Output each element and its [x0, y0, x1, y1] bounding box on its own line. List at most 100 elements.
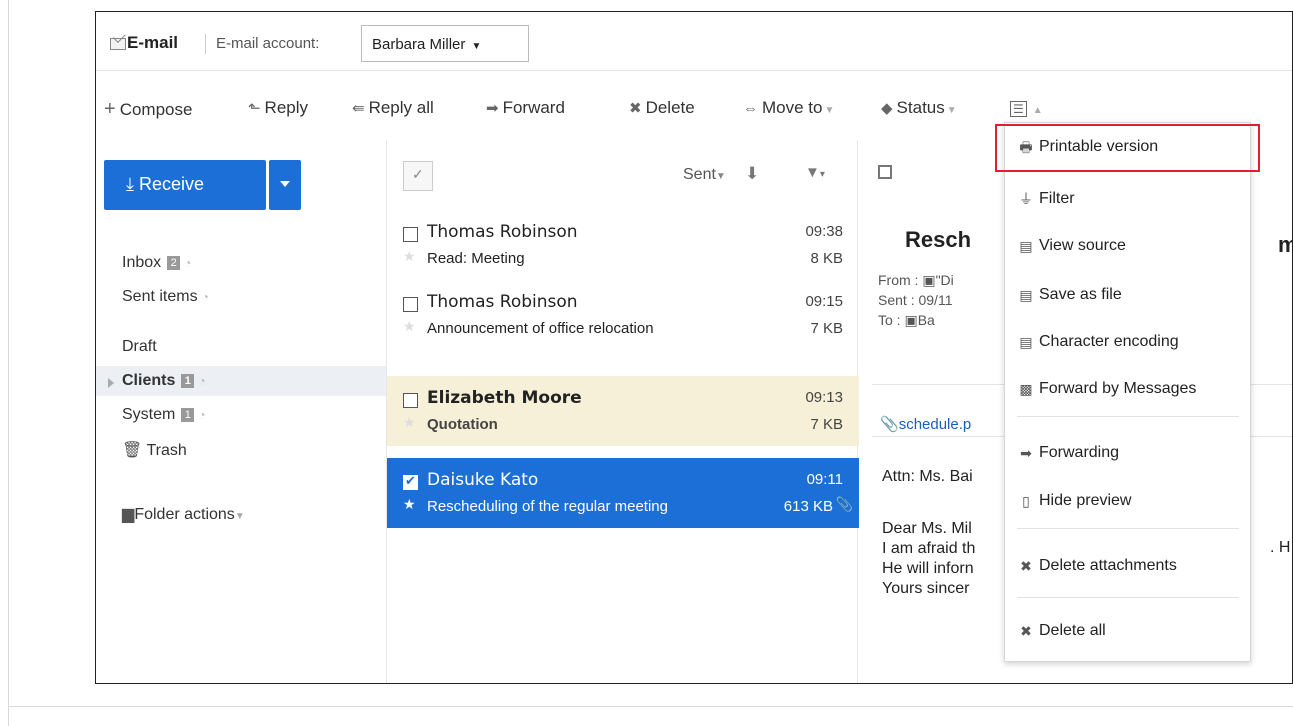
message-subject: Quotation [427, 416, 498, 433]
delete-label: Delete [645, 98, 695, 117]
folder-actions-label: Folder actions [134, 506, 235, 523]
account-select[interactable]: Barbara Miller ▼ [361, 25, 529, 62]
menu-item-label: Character encoding [1039, 333, 1179, 350]
paperclip-icon: 📎 [835, 496, 853, 512]
move-arrows-icon: ⇔ [743, 100, 758, 117]
message-subject: Rescheduling of the regular meeting [427, 498, 668, 515]
chevron-down-icon: ▼ [946, 105, 957, 116]
receive-button[interactable]: ⤓ Receive [104, 160, 266, 210]
menu-item-label: Forward by Messages [1039, 380, 1197, 397]
status-button[interactable]: ◆ Status ▼ [881, 98, 957, 118]
filter-icon[interactable]: ▼▾ [805, 164, 825, 181]
header-divider [205, 34, 206, 54]
reply-icon: ⬑ [248, 100, 261, 117]
document-rule-bottom [8, 706, 1293, 707]
message-sender: Elizabeth Moore [427, 388, 582, 408]
folder-trash[interactable]: 🗑 Trash [122, 440, 187, 460]
folder-draft-label: Draft [122, 338, 157, 355]
menu-item-character-encoding[interactable]: ▤ Character encoding [1005, 325, 1250, 359]
tag-icon: ◆ [881, 100, 893, 117]
expand-icon[interactable] [878, 165, 892, 179]
folder-inbox[interactable]: Inbox 2 ◔ [122, 254, 191, 272]
menu-item-filter[interactable]: ⏚ Filter [1005, 182, 1250, 216]
more-options-button[interactable]: ☰ ▲ [1010, 98, 1043, 118]
message-row[interactable]: Thomas Robinson 09:38 ★ Read: Meeting 8 … [387, 210, 859, 280]
message-time: 09:11 [806, 471, 843, 488]
account-select-value: Barbara Miller [372, 36, 466, 53]
attachment-link[interactable]: 📎schedule.p [880, 415, 971, 433]
message-subject: Announcement of office relocation [427, 320, 654, 337]
app-header: E-mail E-mail account: Barbara Miller ▼ [96, 12, 1292, 71]
trash-icon: 🗑 [122, 442, 143, 459]
folder-draft[interactable]: Draft [122, 338, 157, 356]
account-label: E-mail account: [216, 35, 320, 52]
chevron-down-icon: ▼ [234, 511, 245, 522]
folder-system[interactable]: System 1 ◔ [122, 406, 206, 424]
message-row[interactable]: Thomas Robinson 09:15 ★ Announcement of … [387, 280, 859, 350]
preview-to: To : ▣Ba [878, 312, 935, 328]
menu-item-forwarding[interactable]: ➡ Forwarding [1005, 436, 1250, 470]
move-to-label: Move to [762, 98, 823, 117]
message-list: Sent▼ ⬇ ▼▾ Thomas Robinson 09:38 ★ Read:… [386, 140, 859, 683]
menu-divider [1017, 597, 1239, 598]
compose-button[interactable]: + Compose [104, 98, 192, 121]
message-row[interactable]: Elizabeth Moore 09:13 ★ Quotation 7 KB [387, 376, 859, 446]
contact-icon: ▣ [922, 272, 936, 288]
reply-button[interactable]: ⬑ Reply [248, 98, 308, 118]
menu-item-hide-preview[interactable]: ▯ Hide preview [1005, 484, 1250, 518]
menu-item-delete-all[interactable]: ✖ Delete all [1005, 614, 1250, 648]
star-icon[interactable]: ★ [403, 318, 416, 335]
rss-icon: ◔ [184, 256, 192, 270]
preview-sent: Sent : 09/11 [878, 292, 953, 308]
unread-count-badge: 1 [181, 374, 195, 388]
row-checkbox[interactable] [403, 297, 418, 312]
star-icon[interactable]: ★ [403, 414, 416, 431]
reply-all-button[interactable]: ⇚ Reply all [352, 98, 434, 118]
sort-direction-icon[interactable]: ⬇ [745, 164, 759, 184]
forward-button[interactable]: ➡ Forward [486, 98, 565, 118]
delete-x-icon: ✖ [1020, 558, 1032, 574]
sent-value: 09/11 [918, 292, 953, 308]
forward-icon: ➡ [486, 100, 499, 117]
row-checkbox[interactable] [403, 473, 418, 490]
menu-item-label: Delete all [1039, 622, 1106, 639]
download-icon: ⤓ [126, 174, 134, 194]
message-row-selected[interactable]: Daisuke Kato 09:11 ★ Rescheduling of the… [387, 458, 859, 528]
body-line: He will inforn [882, 560, 974, 577]
message-size: 7 KB [810, 320, 843, 337]
document-icon: ▤ [1019, 287, 1033, 303]
folder-clients-label: Clients [122, 372, 176, 389]
folder-sent[interactable]: Sent items ◔ [122, 288, 209, 306]
receive-label: Receive [138, 174, 205, 194]
document-icon: ▤ [1019, 334, 1033, 350]
receive-dropdown-button[interactable] [269, 160, 301, 210]
row-checkbox[interactable] [403, 227, 418, 242]
message-size: 613 KB [783, 498, 833, 515]
document-rule-left [8, 0, 9, 726]
menu-item-forward-by-messages[interactable]: ▩ Forward by Messages [1005, 372, 1250, 406]
star-icon[interactable]: ★ [403, 496, 416, 513]
row-checkbox[interactable] [403, 393, 418, 408]
plus-icon: + [104, 98, 116, 120]
expand-arrow-icon[interactable] [108, 378, 114, 388]
folder-icon: ▆ [122, 506, 135, 523]
menu-item-save-as-file[interactable]: ▤ Save as file [1005, 278, 1250, 312]
star-icon[interactable]: ★ [403, 248, 416, 265]
message-size: 7 KB [810, 416, 843, 433]
folder-inbox-label: Inbox [122, 254, 162, 271]
move-to-button[interactable]: ⇔ Move to ▼ [743, 98, 834, 118]
folder-clients[interactable]: Clients 1 ◔ [122, 372, 206, 390]
message-time: 09:13 [805, 389, 843, 406]
select-all-checkbox[interactable] [403, 161, 433, 191]
menu-item-label: Save as file [1039, 286, 1122, 303]
sort-selector[interactable]: Sent▼ [683, 166, 726, 184]
delete-button[interactable]: ✖ Delete [629, 98, 695, 118]
body-line: Dear Ms. Mil [882, 520, 972, 537]
menu-item-view-source[interactable]: ▤ View source [1005, 229, 1250, 263]
chevron-down-icon: ▼ [471, 41, 482, 52]
folder-actions-menu[interactable]: ▆Folder actions▼ [122, 504, 245, 524]
from-value: "Di [935, 272, 954, 288]
menu-item-label: Delete attachments [1039, 557, 1177, 574]
app-title: E-mail [127, 33, 179, 52]
menu-item-delete-attachments[interactable]: ✖ Delete attachments [1005, 549, 1250, 583]
